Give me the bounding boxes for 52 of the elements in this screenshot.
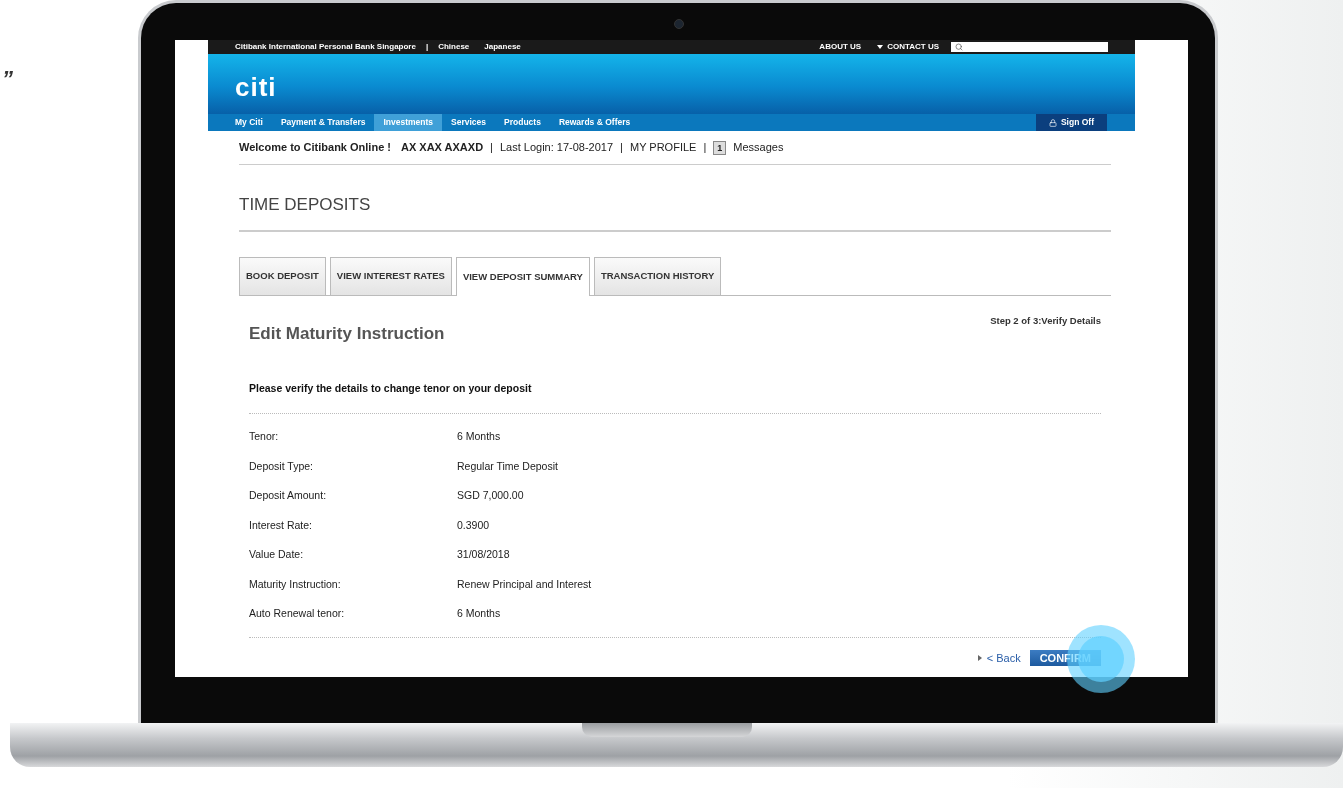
search-field[interactable] <box>951 42 1108 52</box>
profile-link[interactable]: MY PROFILE <box>629 139 697 156</box>
nav-item[interactable]: Services <box>442 114 496 131</box>
customer-name: AX XAX AXAXD <box>401 140 484 156</box>
detail-value: Regular Time Deposit <box>457 458 558 474</box>
detail-label: Tenor: <box>249 429 280 445</box>
top-link[interactable]: Citibank International Personal Bank Singapore <box>235 41 416 53</box>
top-link[interactable]: CONTACT US <box>887 41 939 53</box>
instruction-text: Please verify the details to change tenor on your deposit <box>249 381 532 394</box>
detail-label: Maturity Instruction: <box>249 576 342 592</box>
triangle-right-icon <box>977 655 982 662</box>
detail-value: 6 Months <box>457 606 501 622</box>
separator: | <box>620 140 623 156</box>
tab[interactable]: VIEW DEPOSIT SUMMARY <box>455 257 590 296</box>
top-link[interactable]: ABOUT US <box>819 41 862 53</box>
detail-label: Deposit Type: <box>249 458 314 474</box>
tab[interactable]: TRANSACTION HISTORY <box>593 257 722 295</box>
messages-link[interactable]: Messages <box>733 139 784 156</box>
page-title: TIME DEPOSITS <box>239 193 371 216</box>
nav-item[interactable]: Payment & Transfers <box>271 114 375 131</box>
tab[interactable]: BOOK DEPOSIT <box>239 257 326 295</box>
detail-label: Interest Rate: <box>249 517 314 533</box>
welcome-text: Welcome to Citibank Online ! <box>239 140 391 156</box>
sign-off-button[interactable]: Sign Off <box>1035 114 1107 131</box>
lock-icon <box>1048 118 1057 127</box>
detail-value: Renew Principal and Interest <box>457 576 592 592</box>
detail-value: 31/08/2018 <box>457 547 510 563</box>
step-indicator: Step 2 of 3:Verify Details <box>990 314 1101 328</box>
last-login-text: Last Login: 17-08-2017 <box>499 140 614 156</box>
quote-mark: ” <box>2 66 13 91</box>
separator: | <box>490 140 493 156</box>
separator: | <box>703 140 707 156</box>
detail-label: Value Date: <box>249 547 305 563</box>
detail-label: Deposit Amount: <box>249 488 328 504</box>
detail-value: 0.3900 <box>457 517 490 533</box>
detail-value: 6 Months <box>457 429 501 445</box>
separator: | <box>425 41 429 53</box>
citi-logo: citi <box>235 74 277 100</box>
nav-item[interactable]: My Citi <box>226 114 272 131</box>
back-link[interactable]: < Back <box>986 650 1021 667</box>
search-icon <box>955 43 963 51</box>
top-link[interactable]: Japanese <box>484 41 521 53</box>
nav-item[interactable]: Rewards & Offers <box>549 114 640 131</box>
caret-down-icon <box>877 45 884 49</box>
detail-label: Auto Renewal tenor: <box>249 606 346 622</box>
message-count: 1 <box>713 140 727 155</box>
tab[interactable]: VIEW INTEREST RATES <box>329 257 452 295</box>
detail-value: SGD 7,000.00 <box>457 488 524 504</box>
top-link[interactable]: Chinese <box>438 41 470 53</box>
camera-icon <box>674 19 684 29</box>
section-title: Edit Maturity Instruction <box>249 323 445 345</box>
nav-item[interactable]: Products <box>495 114 550 131</box>
